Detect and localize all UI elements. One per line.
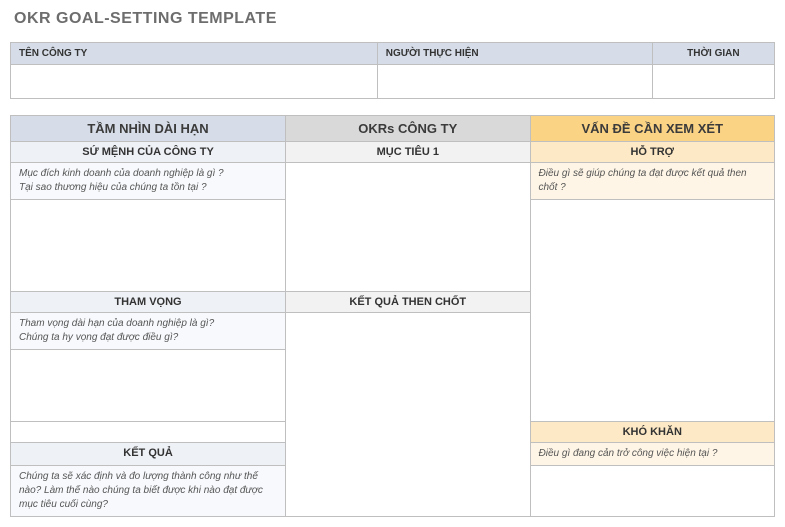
mission-prompt: Mục đích kinh doanh của doanh nghiệp là … bbox=[11, 163, 286, 200]
challenge-body[interactable] bbox=[530, 466, 775, 517]
ambition-prompt: Tham vọng dài hạn của doanh nghiệp là gì… bbox=[11, 313, 286, 350]
period-label: THỜI GIAN bbox=[652, 43, 774, 65]
period-value[interactable] bbox=[652, 65, 774, 99]
ambition-subheader: THAM VỌNG bbox=[11, 292, 286, 313]
keyresults-body[interactable] bbox=[286, 313, 530, 517]
company-name-label: TÊN CÔNG TY bbox=[11, 43, 378, 65]
mission-subheader: SỨ MỆNH CỦA CÔNG TY bbox=[11, 142, 286, 163]
vision-header: TẦM NHÌN DÀI HẠN bbox=[11, 116, 286, 142]
challenge-prompt: Điều gì đang cản trở công việc hiện tại … bbox=[530, 443, 775, 466]
company-info-table: TÊN CÔNG TY NGƯỜI THỰC HIỆN THỜI GIAN bbox=[10, 42, 775, 99]
support-subheader: HỖ TRỢ bbox=[530, 142, 775, 163]
ambition-body[interactable] bbox=[11, 350, 286, 422]
support-body[interactable] bbox=[530, 200, 775, 422]
okrs-header: OKRs CÔNG TY bbox=[286, 116, 530, 142]
objective1-subheader: MỤC TIÊU 1 bbox=[286, 142, 530, 163]
owner-value[interactable] bbox=[377, 65, 652, 99]
okr-main-table: TẦM NHÌN DÀI HẠN OKRs CÔNG TY VẤN ĐỀ CẦN… bbox=[10, 115, 775, 517]
mission-body[interactable] bbox=[11, 200, 286, 292]
company-name-value[interactable] bbox=[11, 65, 378, 99]
result-prompt: Chúng ta sẽ xác định và đo lượng thành c… bbox=[11, 466, 286, 517]
keyresults-subheader: KẾT QUẢ THEN CHỐT bbox=[286, 292, 530, 313]
owner-label: NGƯỜI THỰC HIỆN bbox=[377, 43, 652, 65]
result-subheader: KẾT QUẢ bbox=[11, 443, 286, 466]
challenge-subheader: KHÓ KHĂN bbox=[530, 422, 775, 443]
ambition-body-2[interactable] bbox=[11, 422, 286, 443]
issues-header: VẤN ĐỀ CẦN XEM XÉT bbox=[530, 116, 775, 142]
objective1-body[interactable] bbox=[286, 163, 530, 292]
support-prompt: Điều gì sẽ giúp chúng ta đạt được kết qu… bbox=[530, 163, 775, 200]
page-title: OKR GOAL-SETTING TEMPLATE bbox=[14, 10, 775, 28]
